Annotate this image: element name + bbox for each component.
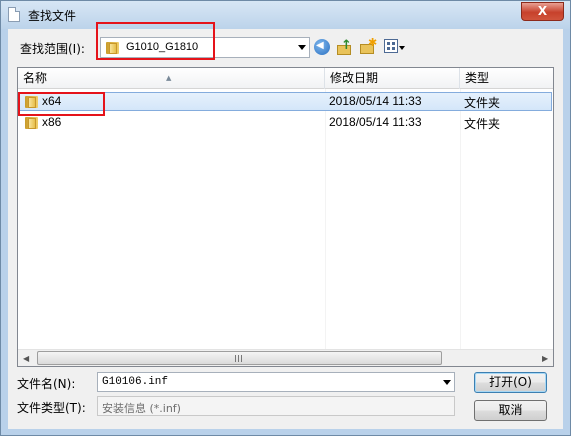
new-folder-button[interactable]: ✱ — [358, 36, 380, 58]
column-header-date[interactable]: 修改日期 — [325, 68, 460, 89]
back-button[interactable] — [312, 37, 334, 58]
dialog-body: 查找范围(I): G1010_G1810 ↑ ✱ 名称 ▲ — [8, 29, 563, 429]
column-header-type[interactable]: 类型 — [460, 68, 553, 89]
up-folder-button[interactable]: ↑ — [335, 37, 357, 58]
item-date: 2018/05/14 11:33 — [329, 94, 422, 108]
item-date: 2018/05/14 11:33 — [329, 115, 422, 129]
scrollbar-thumb[interactable] — [37, 351, 442, 365]
item-type: 文件夹 — [464, 117, 501, 131]
look-in-label: 查找范围(I): — [20, 42, 85, 56]
folder-icon — [25, 116, 39, 129]
sort-ascending-icon: ▲ — [166, 74, 172, 82]
view-menu-icon — [384, 39, 398, 53]
filename-label: 文件名(N): — [17, 377, 76, 391]
highlight-box-lookin — [96, 22, 215, 60]
open-button[interactable]: 打开(O) — [474, 372, 547, 393]
item-type: 文件夹 — [464, 96, 501, 110]
window-title: 查找文件 — [28, 9, 77, 23]
filetype-select[interactable]: 安装信息 (*.inf) — [97, 396, 455, 416]
document-icon — [8, 7, 20, 22]
filetype-value: 安装信息 (*.inf) — [102, 402, 181, 415]
new-folder-icon: ✱ — [359, 36, 377, 56]
column-header-name[interactable]: 名称 ▲ — [18, 68, 325, 89]
chevron-down-icon[interactable] — [443, 380, 451, 385]
list-header: 名称 ▲ 修改日期 类型 — [18, 68, 553, 89]
filetype-label: 文件类型(T): — [17, 401, 86, 415]
filename-value: G10106.inf — [102, 376, 169, 388]
highlight-box-x64 — [18, 92, 105, 116]
back-icon — [314, 39, 330, 55]
title-bar[interactable]: 查找文件 X — [1, 1, 570, 29]
filename-field[interactable]: G10106.inf — [97, 372, 455, 392]
column-type-label: 类型 — [465, 71, 490, 85]
up-folder-icon: ↑ — [336, 38, 354, 56]
cancel-button[interactable]: 取消 — [474, 400, 547, 421]
horizontal-scrollbar[interactable]: ◀ ▶ — [18, 349, 553, 366]
column-date-label: 修改日期 — [330, 71, 379, 85]
scroll-left-icon[interactable]: ◀ — [23, 354, 29, 363]
open-file-dialog: 查找文件 X 查找范围(I): G1010_G1810 ↑ ✱ 名称 ▲ — [0, 0, 571, 436]
item-name: x86 — [42, 115, 62, 129]
view-menu-button[interactable] — [382, 37, 408, 58]
scroll-right-icon[interactable]: ▶ — [542, 354, 548, 363]
chevron-down-icon — [399, 46, 405, 50]
chevron-down-icon[interactable] — [298, 45, 306, 50]
close-button[interactable]: X — [521, 2, 564, 21]
column-name-label: 名称 — [23, 71, 48, 85]
